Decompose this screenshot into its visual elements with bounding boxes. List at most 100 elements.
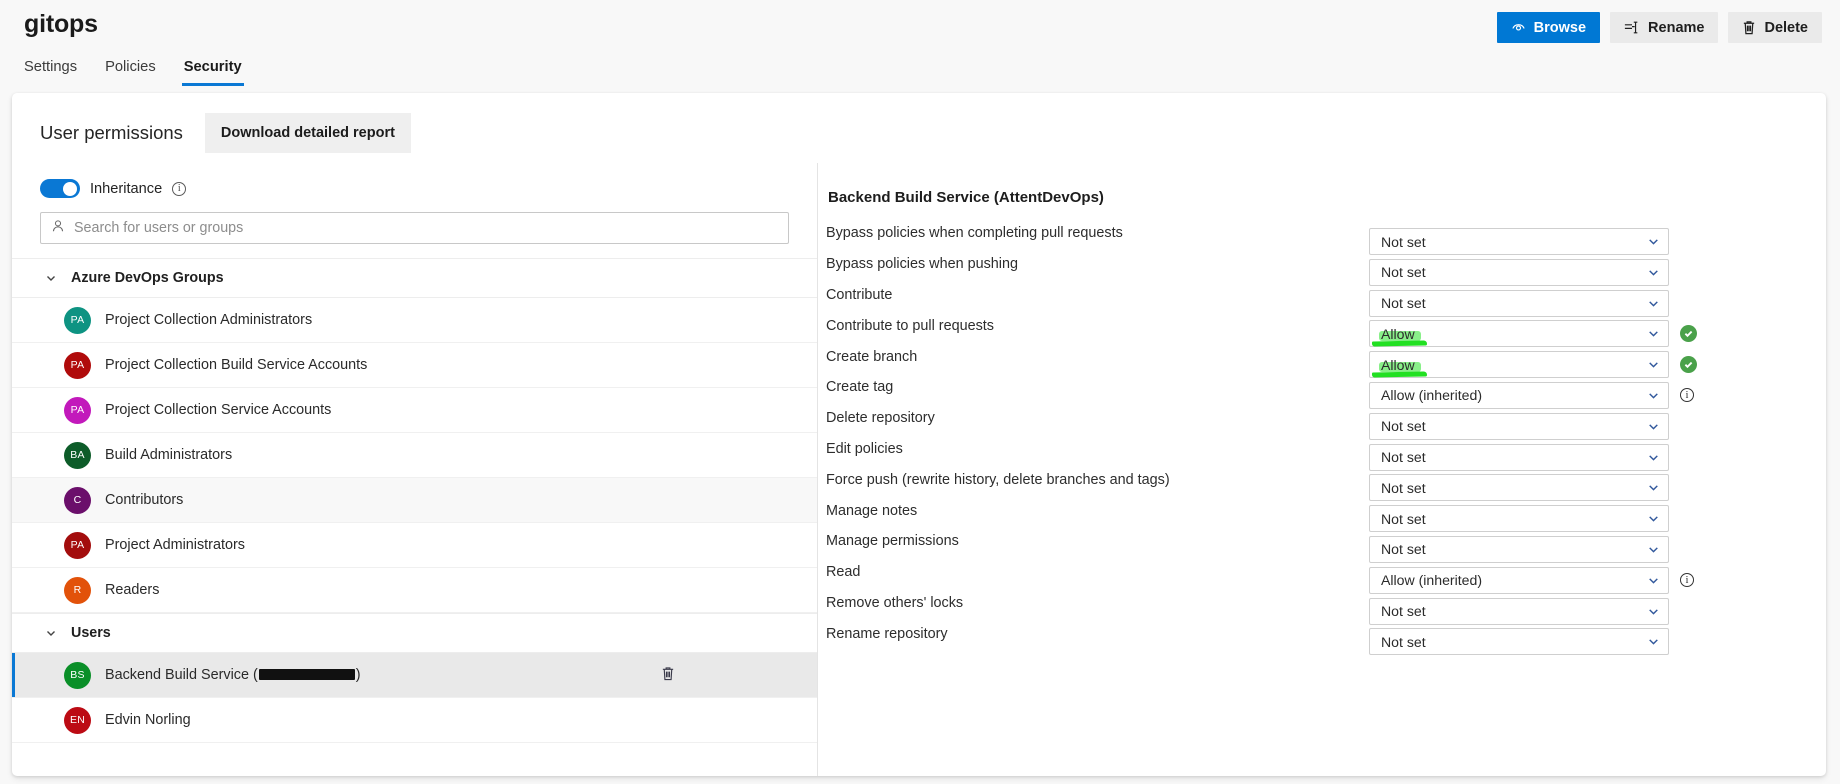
badge-spacer xyxy=(1680,418,1697,435)
avatar: BA xyxy=(64,441,91,469)
permission-value: Not set xyxy=(1381,541,1426,558)
list-item-label: Project Collection Build Service Account… xyxy=(105,357,368,373)
list-item-label: Readers xyxy=(105,582,160,598)
badge-spacer xyxy=(1680,295,1697,312)
tab-security[interactable]: Security xyxy=(170,60,256,86)
tab-policies[interactable]: Policies xyxy=(91,60,170,86)
permission-row: Remove others' locks Not set xyxy=(818,588,1826,625)
chevron-down-icon xyxy=(45,627,57,639)
chevron-down-icon xyxy=(1647,235,1660,248)
permissions-list: Bypass policies when completing pull req… xyxy=(818,218,1826,656)
trash-icon xyxy=(661,666,675,684)
check-icon xyxy=(1680,325,1697,343)
badge-spacer xyxy=(1680,603,1697,620)
list-item[interactable]: PA Project Collection Service Accounts xyxy=(12,388,817,433)
avatar: PA xyxy=(64,396,91,424)
permission-value: Allow (inherited) xyxy=(1381,572,1483,589)
list-item[interactable]: PA Project Collection Administrators xyxy=(12,298,817,343)
list-item-selected[interactable]: BS Backend Build Service () xyxy=(12,653,817,698)
permission-label: Manage permissions xyxy=(826,533,959,550)
chevron-down-icon xyxy=(1647,635,1660,648)
avatar: PA xyxy=(64,351,91,379)
identity-list: Azure DevOps Groups PA Project Collectio… xyxy=(12,258,817,743)
inheritance-toggle[interactable] xyxy=(40,179,80,198)
list-item[interactable]: PA Project Collection Build Service Acco… xyxy=(12,343,817,388)
permission-label: Manage notes xyxy=(826,502,918,519)
download-detailed-report-button[interactable]: Download detailed report xyxy=(204,113,411,153)
tab-settings[interactable]: Settings xyxy=(10,60,91,86)
avatar: BS xyxy=(64,661,91,689)
permission-label: Create tag xyxy=(826,379,894,396)
permission-control: Not set xyxy=(1369,628,1697,656)
rename-button[interactable]: Rename xyxy=(1610,12,1719,43)
permission-value: Allow (inherited) xyxy=(1381,387,1483,404)
identity-pane: Inheritance i A xyxy=(12,163,818,776)
avatar: PA xyxy=(64,531,91,559)
chevron-down-icon xyxy=(1647,543,1660,556)
rename-label: Rename xyxy=(1648,19,1705,36)
chevron-down-icon xyxy=(1647,327,1660,340)
browse-label: Browse xyxy=(1533,19,1587,36)
permission-value: Not set xyxy=(1381,264,1426,281)
permission-dropdown[interactable]: Not set xyxy=(1369,628,1669,656)
chevron-down-icon xyxy=(1647,574,1660,587)
badge-spacer xyxy=(1680,233,1697,250)
permission-row: Delete repository Not set xyxy=(818,403,1826,440)
permission-label: Contribute xyxy=(826,286,893,303)
badge-spacer xyxy=(1680,264,1697,281)
section-header-azure-devops-groups[interactable]: Azure DevOps Groups xyxy=(12,258,817,298)
security-card: User permissions Download detailed repor… xyxy=(12,93,1826,776)
chevron-down-icon xyxy=(1647,451,1660,464)
badge-spacer xyxy=(1680,541,1697,558)
redacted-text xyxy=(258,669,355,680)
delete-button[interactable]: Delete xyxy=(1728,12,1822,43)
list-item[interactable]: PA Project Administrators xyxy=(12,523,817,568)
badge-spacer xyxy=(1680,479,1697,496)
permission-label: Bypass policies when completing pull req… xyxy=(826,225,1123,242)
inherited-info-icon[interactable]: i xyxy=(1680,573,1694,588)
permission-row: Manage notes Not set xyxy=(818,495,1826,533)
info-icon[interactable]: i xyxy=(172,181,187,196)
badge-spacer xyxy=(1680,633,1697,650)
permission-value: Not set xyxy=(1381,510,1426,527)
list-item-label: Project Collection Administrators xyxy=(105,312,313,328)
permission-label: Remove others' locks xyxy=(826,594,964,611)
list-item[interactable]: EN Edvin Norling xyxy=(12,698,817,743)
browse-button[interactable]: Browse xyxy=(1496,12,1601,43)
user-permissions-heading: User permissions xyxy=(40,122,183,143)
delete-label: Delete xyxy=(1764,19,1808,36)
permissions-pane: Backend Build Service (AttentDevOps) Byp… xyxy=(818,163,1826,776)
permission-row: Read Allow (inherited) i xyxy=(818,557,1826,594)
chevron-down-icon xyxy=(1647,297,1660,310)
card-header: User permissions Download detailed repor… xyxy=(12,93,1826,153)
remove-user-button[interactable] xyxy=(657,664,679,686)
permissions-title: Backend Build Service (AttentDevOps) xyxy=(828,189,1104,206)
section-header-users[interactable]: Users xyxy=(12,613,817,653)
list-item[interactable]: R Readers xyxy=(12,568,817,613)
permission-value: Not set xyxy=(1381,418,1426,435)
avatar: C xyxy=(64,486,91,514)
search-box[interactable] xyxy=(40,212,789,244)
check-icon xyxy=(1680,356,1697,374)
permission-label: Force push (rewrite history, delete bran… xyxy=(826,471,1170,488)
list-item[interactable]: BA Build Administrators xyxy=(12,433,817,478)
section-label: Users xyxy=(71,625,111,641)
chevron-down-icon xyxy=(1647,420,1660,433)
inherited-info-icon[interactable]: i xyxy=(1680,388,1694,403)
header-actions: Browse Rename Delete xyxy=(1496,12,1822,43)
permission-value: Not set xyxy=(1381,295,1426,312)
chevron-down-icon xyxy=(1647,266,1660,279)
list-item[interactable]: C Contributors xyxy=(12,478,817,523)
permission-value: Not set xyxy=(1381,633,1426,650)
panes: Inheritance i A xyxy=(12,163,1826,776)
rename-icon xyxy=(1624,20,1640,35)
search-input[interactable] xyxy=(74,220,778,236)
chevron-down-icon xyxy=(1647,605,1660,618)
avatar: EN xyxy=(64,706,91,734)
permission-value: Allow xyxy=(1381,356,1415,373)
chevron-down-icon xyxy=(45,272,57,284)
permission-label: Rename repository xyxy=(826,625,948,642)
person-search-icon xyxy=(51,219,65,238)
permission-row: Contribute Not set xyxy=(818,280,1826,317)
permission-value: Not set xyxy=(1381,449,1426,466)
